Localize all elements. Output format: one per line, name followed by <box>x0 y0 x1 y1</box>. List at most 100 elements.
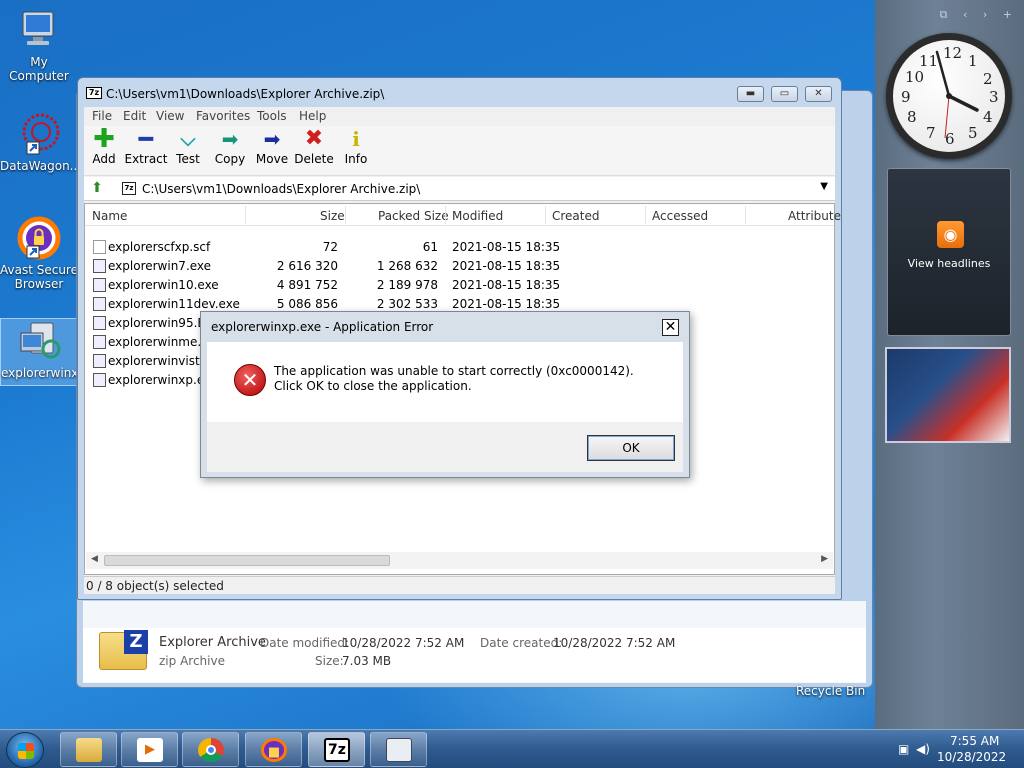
desktop-icon-label: My Computer <box>9 55 69 83</box>
details-file-type: zip Archive <box>159 654 225 668</box>
maximize-button[interactable]: ▭ <box>771 86 798 102</box>
desktop-icon-datawagon[interactable]: DataWagon... <box>0 112 82 173</box>
row-size: 2 616 320 <box>276 259 338 273</box>
close-button[interactable]: ✕ <box>805 86 832 102</box>
taskbar-chrome[interactable] <box>182 732 239 767</box>
menu-file[interactable]: File <box>92 109 112 123</box>
volume-icon[interactable]: ◀) <box>916 742 930 756</box>
exe-icon <box>93 259 106 273</box>
info-icon: i <box>352 127 360 151</box>
up-folder-icon[interactable]: ⬆ <box>88 180 106 198</box>
row-name: explorerscfxp.scf <box>108 240 211 254</box>
test-button[interactable]: ⌵ Test <box>166 128 210 166</box>
scroll-right-icon[interactable]: ▶ <box>821 554 828 564</box>
rss-icon: ◉ <box>937 221 964 248</box>
file-icon <box>93 240 106 254</box>
scrollbar-thumb[interactable] <box>104 555 390 566</box>
menu-view[interactable]: View <box>156 109 184 123</box>
details-modified-value: 10/28/2022 7:52 AM <box>342 636 465 650</box>
taskbar-avast-browser[interactable]: ■ <box>245 732 302 767</box>
add-button[interactable]: ✚ Add <box>82 124 126 166</box>
delete-icon: ✖ <box>304 126 324 151</box>
status-bar: 0 / 8 object(s) selected <box>84 576 835 594</box>
menu-edit[interactable]: Edit <box>123 109 146 123</box>
column-size[interactable]: Size <box>320 209 345 223</box>
computer-icon <box>17 8 61 52</box>
application-error-dialog[interactable]: explorerwinxp.exe - Application Error ✕ … <box>200 311 690 478</box>
table-row[interactable]: explorerwin7.exe 2 616 320 1 268 632 202… <box>85 256 834 275</box>
row-size: 72 <box>322 240 338 254</box>
tray-time[interactable]: 7:55 AM <box>950 734 999 748</box>
feed-headlines-gadget[interactable]: ◉ View headlines <box>887 168 1011 336</box>
minimize-button[interactable]: ▬ <box>737 86 764 102</box>
avast-icon <box>17 216 61 260</box>
chevron-down-icon[interactable]: ▼ <box>820 181 828 192</box>
column-created[interactable]: Created <box>552 209 600 223</box>
row-name: explorerwin11dev.exe <box>108 297 240 311</box>
taskbar-7zip[interactable]: 7z <box>308 732 365 767</box>
toolbar-label: Info <box>344 152 368 166</box>
toolbar-label: Add <box>92 152 116 166</box>
sevenzip-icon: 7z <box>324 738 350 762</box>
menu-tools[interactable]: Tools <box>257 109 287 123</box>
taskbar-explorer[interactable] <box>60 732 117 767</box>
toolbar-label: Delete <box>294 152 334 166</box>
menu-favorites[interactable]: Favorites <box>196 109 250 123</box>
delete-button[interactable]: ✖ Delete <box>292 126 336 167</box>
list-header: Name Size Packed Size Modified Created A… <box>85 204 841 226</box>
windows-logo-icon <box>18 743 34 759</box>
test-icon: ⌵ <box>180 127 196 151</box>
exe-icon <box>93 316 106 330</box>
row-packed: 2 189 978 <box>376 278 438 292</box>
row-modified: 2021-08-15 18:35 <box>452 240 561 254</box>
desktop-icon-label: explorerwinxp <box>1 366 87 380</box>
sidebar-controls-icon[interactable]: ⧉ ‹ › + <box>940 8 1018 22</box>
address-field[interactable]: 7z C:\Users\vm1\Downloads\Explorer Archi… <box>118 179 834 199</box>
table-row[interactable]: explorerscfxp.scf 72 61 2021-08-15 18:35 <box>85 237 834 256</box>
info-button[interactable]: i Info <box>334 128 378 166</box>
row-size: 4 891 752 <box>276 278 338 292</box>
tray-date[interactable]: 10/28/2022 <box>937 750 1006 764</box>
sevenzip-small-icon: 7z <box>122 182 136 195</box>
move-icon: ➡ <box>263 127 281 151</box>
dialog-title: explorerwinxp.exe - Application Error <box>211 320 434 334</box>
folder-icon <box>76 738 102 762</box>
row-packed: 1 268 632 <box>376 259 438 273</box>
dialog-body: ✕ The application was unable to start co… <box>207 342 683 422</box>
column-modified[interactable]: Modified <box>452 209 503 223</box>
column-accessed[interactable]: Accessed <box>652 209 708 223</box>
toolbar-label: Extract <box>124 152 168 166</box>
desktop-icon-explorerwinxp[interactable]: explorerwinxp <box>0 318 86 386</box>
slideshow-gadget[interactable] <box>885 347 1011 443</box>
network-icon[interactable]: ▣ <box>898 742 909 756</box>
desktop-icon-my-computer[interactable]: My Computer <box>0 8 78 83</box>
title-bar[interactable]: 7z C:\Users\vm1\Downloads\Explorer Archi… <box>78 78 841 108</box>
desktop-icon-avast-browser[interactable]: Avast Secure Browser <box>0 216 78 291</box>
column-name[interactable]: Name <box>92 209 127 223</box>
horizontal-scrollbar[interactable]: ◀ ▶ <box>86 552 833 569</box>
column-packed-size[interactable]: Packed Size <box>378 209 449 223</box>
row-name: explorerwin7.exe <box>108 259 212 273</box>
column-attributes[interactable]: Attribute <box>788 209 841 223</box>
clock-gadget[interactable]: 12 1 2 3 4 5 6 7 8 9 10 11 <box>886 33 1012 159</box>
add-icon: ✚ <box>93 124 115 154</box>
ok-button[interactable]: OK <box>587 435 675 461</box>
window-title: C:\Users\vm1\Downloads\Explorer Archive.… <box>106 87 385 101</box>
chrome-icon <box>198 738 224 762</box>
extract-button[interactable]: ━ Extract <box>124 127 168 166</box>
taskbar-media-player[interactable]: ▶ <box>121 732 178 767</box>
start-button[interactable] <box>6 732 44 768</box>
exe-icon <box>93 373 106 387</box>
scroll-left-icon[interactable]: ◀ <box>91 554 98 564</box>
details-modified-label: Date modified: <box>260 636 350 650</box>
desktop-icon-label: DataWagon... <box>0 159 82 173</box>
clock-hands-icon <box>935 50 979 139</box>
desktop-icon-recycle-bin[interactable]: Recycle Bin <box>796 684 865 698</box>
taskbar-application[interactable] <box>370 732 427 767</box>
menu-help[interactable]: Help <box>299 109 326 123</box>
move-button[interactable]: ➡ Move <box>250 128 294 166</box>
toolbar-label: Copy <box>214 152 246 166</box>
dialog-close-button[interactable]: ✕ <box>662 319 679 336</box>
table-row[interactable]: explorerwin10.exe 4 891 752 2 189 978 20… <box>85 275 834 294</box>
copy-button[interactable]: ➡ Copy <box>208 128 252 166</box>
